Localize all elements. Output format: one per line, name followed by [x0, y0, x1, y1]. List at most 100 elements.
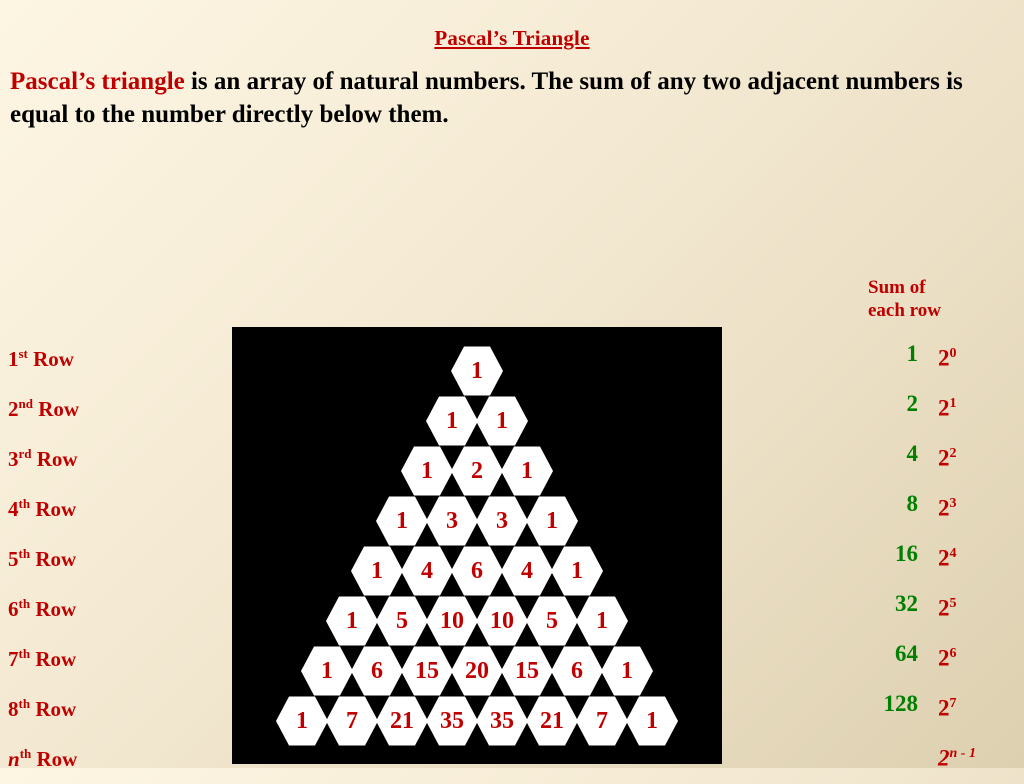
triangle-row-7: 1 6 15 20 15 6 1 [232, 645, 722, 697]
triangle-row-5: 1 4 6 4 1 [232, 545, 722, 597]
row-ordinal-suffix: th [18, 546, 31, 561]
hex-value: 35 [490, 707, 514, 734]
sum-row-2: 2 21 [838, 379, 1018, 429]
hex-cell: 10 [426, 595, 478, 647]
sum-row-5: 16 24 [838, 529, 1018, 579]
power-base: 2 [938, 695, 950, 721]
row-label-column: 1st Row 2nd Row 3rd Row 4th Row 5th Row 6th R… [8, 329, 198, 779]
hex-value: 3 [446, 507, 458, 534]
hex-value: 21 [540, 707, 564, 734]
row-ordinal-suffix: th [18, 646, 31, 661]
row-ordinal: 1 [8, 347, 19, 371]
sum-row-6: 32 25 [838, 579, 1018, 629]
hex-value: 15 [415, 657, 439, 684]
power-exponent: 5 [949, 596, 957, 611]
hex-value: 4 [421, 557, 433, 584]
triangle-row-3: 1 2 1 [232, 445, 722, 497]
hex-cell: 15 [501, 645, 553, 697]
row-power-value: 25 [938, 579, 957, 634]
intro-paragraph: Pascal’s triangle is an array of natural… [10, 65, 1006, 131]
row-sum-value: 1 [906, 341, 919, 366]
row-label-1: 1st Row [8, 329, 198, 379]
page-title: Pascal’s Triangle [434, 26, 590, 50]
hex-cell: 1 [576, 595, 628, 647]
hex-value: 1 [346, 607, 358, 634]
row-ordinal-suffix: th [18, 596, 31, 611]
hex-value: 35 [440, 707, 464, 734]
power-base: 2 [938, 545, 950, 571]
hex-cell: 4 [401, 545, 453, 597]
hex-cell: 4 [501, 545, 553, 597]
row-word: Row [30, 547, 77, 571]
row-power-value: 27 [938, 679, 957, 734]
row-word: Row [31, 747, 78, 771]
row-ordinal: 5 [8, 547, 19, 571]
hex-value: 1 [446, 407, 458, 434]
power-exponent: 3 [949, 496, 957, 511]
hex-value: 1 [321, 657, 333, 684]
hex-value: 1 [421, 457, 433, 484]
hex-cell: 15 [401, 645, 453, 697]
hex-value: 10 [440, 607, 464, 634]
hex-value: 1 [621, 657, 633, 684]
row-sum-value: 4 [906, 441, 919, 466]
hex-cell: 1 [426, 395, 478, 447]
hex-value: 6 [471, 557, 483, 584]
power-base: 2 [938, 745, 950, 771]
row-ordinal: 7 [8, 647, 19, 671]
row-label-5: 5th Row [8, 529, 198, 579]
hex-value: 1 [471, 357, 483, 384]
hex-cell: 3 [476, 495, 528, 547]
row-word: Row [32, 397, 80, 421]
triangle-row-2: 11 [232, 395, 722, 447]
hex-value: 7 [596, 707, 608, 734]
hex-cell: 1 [401, 445, 453, 497]
power-base: 2 [938, 595, 950, 621]
hex-cell: 1 [551, 545, 603, 597]
hex-cell: 6 [351, 645, 403, 697]
power-base: 2 [938, 645, 950, 671]
sum-column: 1 20 2 21 4 22 8 23 16 24 32 25 64 26 128 27 2n - 1 [838, 329, 1018, 779]
row-ordinal-suffix: th [19, 746, 32, 761]
row-word: Row [30, 597, 77, 621]
hex-value: 21 [390, 707, 414, 734]
hex-cell: 1 [351, 545, 403, 597]
power-exponent: 2 [949, 446, 957, 461]
hex-cell: 21 [376, 695, 428, 747]
hex-cell: 35 [476, 695, 528, 747]
row-power-value: 23 [938, 479, 957, 534]
hex-value: 1 [646, 707, 658, 734]
power-base: 2 [938, 395, 950, 421]
power-exponent: 7 [949, 696, 957, 711]
row-power-value: 2n - 1 [938, 729, 976, 784]
row-ordinal: 6 [8, 597, 19, 621]
power-base: 2 [938, 345, 950, 371]
hex-value: 1 [296, 707, 308, 734]
hex-value: 4 [521, 557, 533, 584]
hex-cell: 1 [526, 495, 578, 547]
row-label-2: 2nd Row [8, 379, 198, 429]
row-sum-value: 64 [895, 641, 918, 666]
row-ordinal-suffix: rd [18, 446, 32, 461]
hex-value: 6 [371, 657, 383, 684]
hex-cell: 5 [526, 595, 578, 647]
row-word: Row [30, 497, 77, 521]
row-power-value: 20 [938, 329, 957, 384]
sum-row-9: 2n - 1 [838, 729, 1018, 779]
row-power-value: 26 [938, 629, 957, 684]
row-ordinal: 2 [8, 397, 19, 421]
hex-cell: 1 [326, 595, 378, 647]
hex-cell: 1 [501, 445, 553, 497]
hex-cell: 10 [476, 595, 528, 647]
row-label-4: 4th Row [8, 479, 198, 529]
row-ordinal: 8 [8, 697, 19, 721]
hex-value: 15 [515, 657, 539, 684]
power-exponent: n - 1 [949, 746, 976, 761]
power-exponent: 0 [949, 346, 957, 361]
row-sum-value: 128 [883, 691, 919, 716]
triangle-row-8: 1 7 21 35 35 21 7 1 [232, 695, 722, 747]
hex-cell: 1 [626, 695, 678, 747]
hex-value: 2 [471, 457, 483, 484]
power-exponent: 1 [949, 396, 957, 411]
diagram-stage: 1st Row 2nd Row 3rd Row 4th Row 5th Row 6th R… [0, 131, 1024, 771]
